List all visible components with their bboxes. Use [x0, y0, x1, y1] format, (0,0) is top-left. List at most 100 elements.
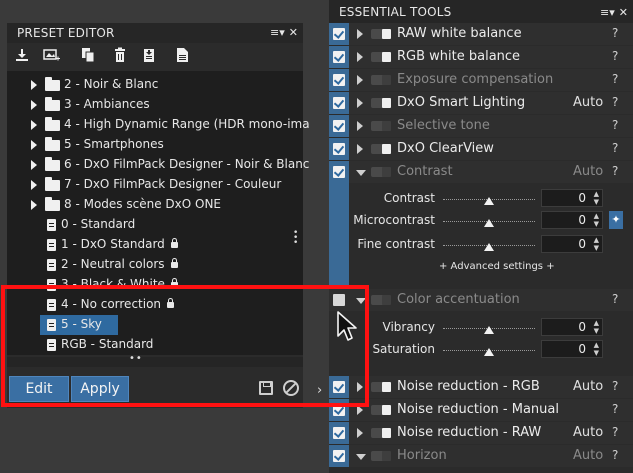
toggle-icon[interactable] — [371, 144, 391, 154]
expand-arrow-icon[interactable] — [357, 52, 363, 62]
close-icon[interactable]: ✕ — [619, 6, 628, 19]
folder-row[interactable]: 4 - High Dynamic Range (HDR mono-ima — [7, 115, 310, 135]
microcontrast-spinbox[interactable]: 0 ▲ ▼ — [541, 211, 603, 229]
help-icon[interactable]: ? — [612, 402, 618, 416]
auto-button[interactable]: Auto — [573, 448, 603, 463]
fine-contrast-spinbox[interactable]: 0 ▲ ▼ — [541, 235, 603, 253]
magic-wand-icon[interactable]: ✦ — [609, 211, 623, 229]
tool-rgb-white-balance[interactable]: RGB white balance ? — [329, 46, 633, 68]
fine-contrast-slider[interactable] — [443, 236, 535, 251]
help-icon[interactable]: ? — [612, 379, 618, 393]
import-icon[interactable] — [13, 47, 31, 65]
spin-value[interactable]: 0 — [578, 342, 586, 356]
toggle-icon[interactable] — [371, 295, 391, 305]
toggle-icon[interactable] — [371, 451, 391, 461]
auto-button[interactable]: Auto — [573, 379, 603, 394]
expand-arrow-icon[interactable] — [31, 180, 37, 190]
expand-arrow-icon[interactable] — [357, 144, 363, 154]
help-icon[interactable]: ? — [612, 49, 618, 63]
toggle-icon[interactable] — [371, 382, 391, 392]
toggle-icon[interactable] — [371, 121, 391, 131]
auto-button[interactable]: Auto — [573, 425, 603, 440]
folder-row[interactable]: 3 - Ambiances — [7, 95, 289, 115]
help-icon[interactable]: ? — [612, 425, 618, 439]
enable-checkbox[interactable] — [333, 51, 345, 63]
preset-row[interactable]: 1 - DxO Standard — [7, 235, 289, 255]
tool-noise-reduction-raw[interactable]: Noise reduction - RAW Auto ? — [329, 422, 633, 444]
spin-arrows-icon[interactable]: ▲ ▼ — [594, 212, 599, 228]
toggle-icon[interactable] — [371, 75, 391, 85]
tool-dxo-smart-lighting[interactable]: DxO Smart Lighting Auto ? — [329, 92, 633, 114]
delete-icon[interactable] — [111, 47, 129, 65]
tool-dxo-clearview[interactable]: DxO ClearView ? — [329, 138, 633, 160]
enable-checkbox[interactable] — [333, 166, 345, 178]
help-icon[interactable]: ? — [612, 448, 618, 462]
expand-arrow-icon[interactable] — [357, 428, 363, 438]
collapse-arrow-icon[interactable] — [356, 170, 366, 176]
toggle-icon[interactable] — [371, 98, 391, 108]
panel-menu-icon[interactable]: ≡▾ — [600, 6, 615, 19]
help-icon[interactable]: ? — [612, 141, 618, 155]
spin-value[interactable]: 0 — [578, 191, 586, 205]
spin-arrows-icon[interactable]: ▲ ▼ — [594, 341, 599, 357]
folder-row[interactable]: 2 - Noir & Blanc — [7, 75, 289, 95]
spin-value[interactable]: 0 — [578, 213, 586, 227]
slider-thumb[interactable] — [484, 348, 494, 356]
saturation-spinbox[interactable]: 0 ▲ ▼ — [541, 340, 603, 358]
expand-arrow-icon[interactable] — [31, 200, 37, 210]
spin-arrows-icon[interactable]: ▲ ▼ — [594, 319, 599, 335]
folder-row[interactable]: 6 - DxO FilmPack Designer - Noir & Blanc — [7, 155, 309, 175]
enable-checkbox[interactable] — [333, 120, 345, 132]
help-icon[interactable]: ? — [612, 292, 618, 306]
tool-raw-white-balance[interactable]: RAW white balance ? — [329, 23, 633, 45]
vertical-scroll-handle[interactable]: • • • — [293, 229, 298, 248]
auto-button[interactable]: Auto — [573, 164, 603, 179]
toggle-icon[interactable] — [371, 29, 391, 39]
tool-contrast[interactable]: Contrast Auto ? — [329, 161, 633, 183]
enable-checkbox[interactable] — [333, 28, 345, 40]
advanced-settings-link[interactable]: + Advanced settings + — [439, 261, 555, 272]
expand-arrow-icon[interactable] — [31, 120, 37, 130]
help-icon[interactable]: ? — [612, 26, 618, 40]
folder-row[interactable]: 5 - Smartphones — [7, 135, 289, 155]
preset-row[interactable]: 2 - Neutral colors — [7, 255, 289, 275]
slider-thumb[interactable] — [484, 243, 494, 251]
spin-arrows-icon[interactable]: ▲ ▼ — [594, 236, 599, 252]
tool-exposure-compensation[interactable]: Exposure compensation ? — [329, 69, 633, 91]
vibrancy-slider[interactable] — [443, 319, 535, 334]
toggle-icon[interactable] — [371, 405, 391, 415]
tool-color-accentuation[interactable]: Color accentuation ? — [329, 289, 633, 311]
close-icon[interactable]: ✕ — [289, 26, 298, 39]
help-icon[interactable]: ? — [612, 72, 618, 86]
toggle-icon[interactable] — [371, 52, 391, 62]
new-preset-icon[interactable] — [43, 47, 61, 65]
microcontrast-slider[interactable] — [443, 212, 535, 227]
settings-file-icon[interactable] — [173, 47, 191, 65]
vibrancy-spinbox[interactable]: 0 ▲ ▼ — [541, 318, 603, 336]
help-icon[interactable]: ? — [612, 164, 618, 178]
tool-noise-reduction-rgb[interactable]: Noise reduction - RGB Auto ? — [329, 376, 633, 398]
duplicate-icon[interactable] — [79, 47, 97, 65]
expand-arrow-icon[interactable] — [31, 100, 37, 110]
contrast-slider[interactable] — [443, 190, 535, 205]
preset-row[interactable]: 0 - Standard — [7, 215, 289, 235]
help-icon[interactable]: ? — [612, 95, 618, 109]
enable-checkbox[interactable] — [333, 143, 345, 155]
folder-row[interactable]: 7 - DxO FilmPack Designer - Couleur — [7, 175, 289, 195]
expand-arrow-icon[interactable] — [31, 160, 37, 170]
enable-checkbox[interactable] — [333, 450, 345, 462]
help-icon[interactable]: ? — [612, 118, 618, 132]
expand-arrow-icon[interactable] — [357, 29, 363, 39]
spin-arrows-icon[interactable]: ▲ ▼ — [594, 190, 599, 206]
saturation-slider[interactable] — [443, 341, 535, 356]
expand-arrow-icon[interactable] — [31, 140, 37, 150]
collapse-arrow-icon[interactable] — [356, 454, 366, 460]
spin-value[interactable]: 0 — [578, 237, 586, 251]
contrast-spinbox[interactable]: 0 ▲ ▼ — [541, 189, 603, 207]
tool-horizon[interactable]: Horizon Auto ? — [329, 445, 633, 467]
auto-button[interactable]: Auto — [573, 95, 603, 110]
expand-arrow-icon[interactable] — [357, 121, 363, 131]
panel-menu-icon[interactable]: ≡▾ — [270, 26, 285, 39]
toggle-icon[interactable] — [371, 167, 391, 177]
enable-checkbox[interactable] — [333, 97, 345, 109]
